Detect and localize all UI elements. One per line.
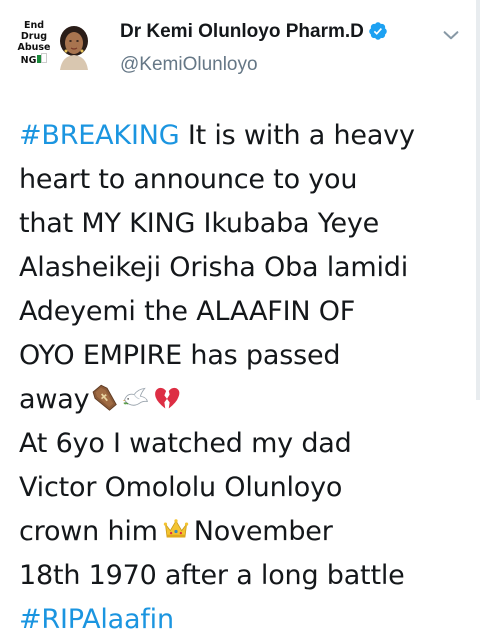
tweet-line: #BREAKING It is with a heavy bbox=[19, 120, 415, 151]
scrollbar-track[interactable] bbox=[476, 0, 480, 400]
avatar[interactable]: End Drug Abuse NG bbox=[10, 14, 96, 82]
user-info: Dr Kemi Olunloyo Pharm.D @KemiOlunloyo bbox=[120, 20, 388, 77]
tweet-text: #BREAKING It is with a heavy heart to an… bbox=[19, 114, 479, 642]
avatar-photo bbox=[54, 22, 94, 70]
display-name[interactable]: Dr Kemi Olunloyo Pharm.D bbox=[120, 20, 364, 44]
coffin-emoji bbox=[92, 384, 118, 411]
tweet-card: End Drug Abuse NG Dr Kemi Olunloyo Pharm… bbox=[0, 0, 480, 635]
tweet-line: heart to announce to you bbox=[19, 164, 358, 195]
hashtag-link[interactable]: #RIPAlaafin bbox=[19, 604, 174, 635]
tweet-line: At 6yo I watched my dad bbox=[19, 428, 352, 459]
hashtag-link[interactable]: #BREAKING bbox=[19, 120, 180, 151]
tweet-line: #RIPAlaafin bbox=[19, 598, 479, 642]
verified-badge-icon bbox=[369, 21, 387, 40]
tweet-header: End Drug Abuse NG Dr Kemi Olunloyo Pharm… bbox=[0, 0, 480, 100]
chevron-down-icon[interactable] bbox=[440, 24, 462, 46]
tweet-line: Victor Omololu Olunloyo bbox=[19, 472, 343, 503]
tweet-line: Alasheikeji Orisha Oba lamidi bbox=[19, 252, 409, 283]
crown-emoji bbox=[163, 519, 188, 538]
tweet-line: 18th 1970 after a long battle bbox=[19, 560, 405, 591]
tweet-line: that MY KING Ikubaba Yeye bbox=[19, 208, 380, 239]
tweet-line: OYO EMPIRE has passed bbox=[19, 340, 341, 371]
avatar-logo-text: End Drug Abuse NG bbox=[17, 20, 51, 66]
broken-heart-emoji bbox=[155, 387, 180, 409]
dove-emoji bbox=[123, 387, 149, 406]
user-handle[interactable]: @KemiOlunloyo bbox=[120, 53, 388, 77]
tweet-line: crown him November bbox=[19, 516, 333, 547]
tweet-line: Adeyemi the ALAAFIN OF bbox=[19, 296, 356, 327]
tweet-line: away bbox=[19, 378, 479, 422]
